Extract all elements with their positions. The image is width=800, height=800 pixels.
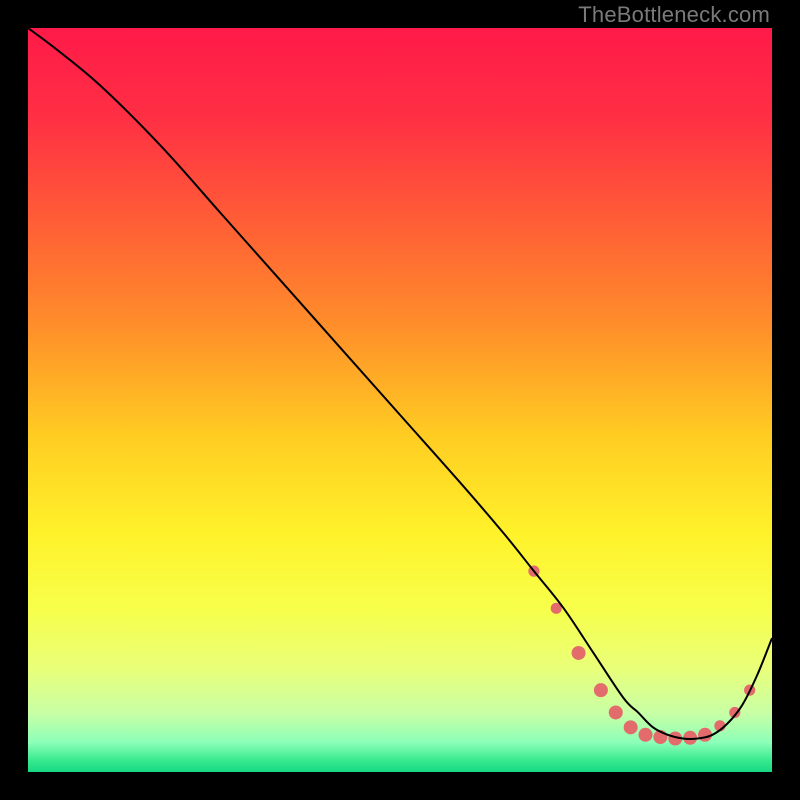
chart-svg (28, 28, 772, 772)
bottleneck-curve (28, 28, 772, 739)
marker-dot (683, 731, 697, 745)
marker-dot (609, 705, 623, 719)
valley-markers (528, 566, 755, 746)
chart-stage: TheBottleneck.com (0, 0, 800, 800)
watermark-text: TheBottleneck.com (578, 2, 770, 28)
plot-area (28, 28, 772, 772)
marker-dot (639, 728, 653, 742)
marker-dot (572, 646, 586, 660)
marker-dot (594, 683, 608, 697)
marker-dot (698, 728, 712, 742)
marker-dot (624, 720, 638, 734)
